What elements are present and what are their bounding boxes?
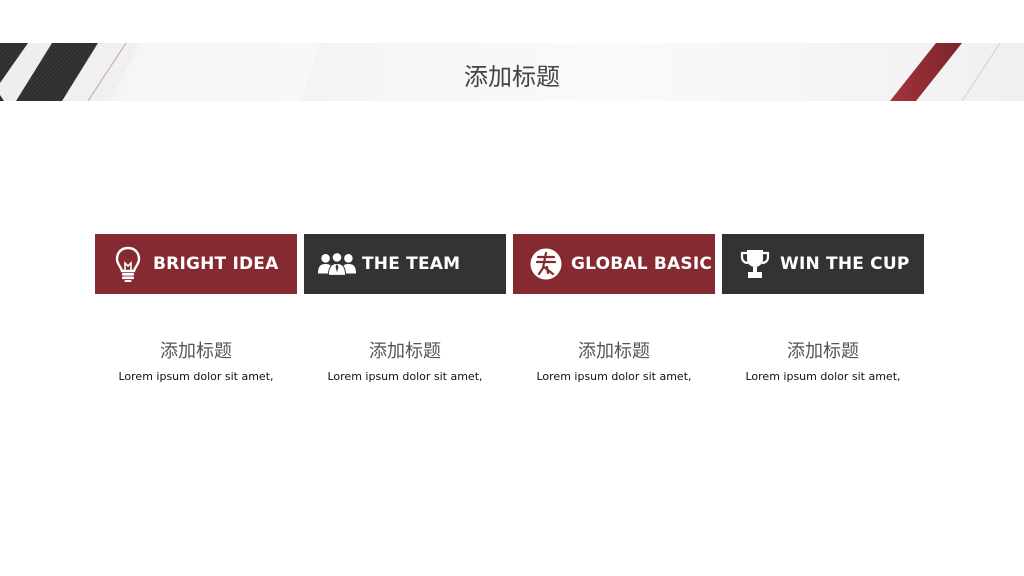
header-banner: 添加标题 — [0, 43, 1024, 101]
card-label: THE TEAM — [362, 254, 461, 274]
card-the-team: THE TEAM — [304, 234, 506, 294]
column-description: Lorem ipsum dolor sit amet, — [118, 370, 274, 383]
description-column: 添加标题 Lorem ipsum dolor sit amet, — [722, 340, 924, 383]
page-title: 添加标题 — [464, 63, 560, 91]
team-icon — [318, 245, 356, 283]
description-column: 添加标题 Lorem ipsum dolor sit amet, — [304, 340, 506, 383]
column-title: 添加标题 — [578, 341, 650, 362]
description-column: 添加标题 Lorem ipsum dolor sit amet, — [95, 340, 297, 383]
card-bright-idea: BRIGHT IDEA — [95, 234, 297, 294]
column-description: Lorem ipsum dolor sit amet, — [536, 370, 692, 383]
column-title: 添加标题 — [369, 341, 441, 362]
trophy-icon — [736, 245, 774, 283]
card-label: GLOBAL BASIC — [571, 254, 713, 274]
lightbulb-icon — [109, 245, 147, 283]
card-win-the-cup: WIN THE CUP — [722, 234, 924, 294]
column-description: Lorem ipsum dolor sit amet, — [745, 370, 901, 383]
card-global-basic: GLOBAL BASIC — [513, 234, 715, 294]
globe-icon — [527, 245, 565, 283]
card-label: WIN THE CUP — [780, 254, 910, 274]
column-title: 添加标题 — [160, 341, 232, 362]
column-title: 添加标题 — [787, 341, 859, 362]
feature-descriptions: 添加标题 Lorem ipsum dolor sit amet, 添加标题 Lo… — [95, 340, 924, 383]
card-label: BRIGHT IDEA — [153, 254, 279, 274]
description-column: 添加标题 Lorem ipsum dolor sit amet, — [513, 340, 715, 383]
feature-cards: BRIGHT IDEA THE TEAM GLOBAL BASIC WIN TH… — [95, 234, 924, 294]
column-description: Lorem ipsum dolor sit amet, — [327, 370, 483, 383]
